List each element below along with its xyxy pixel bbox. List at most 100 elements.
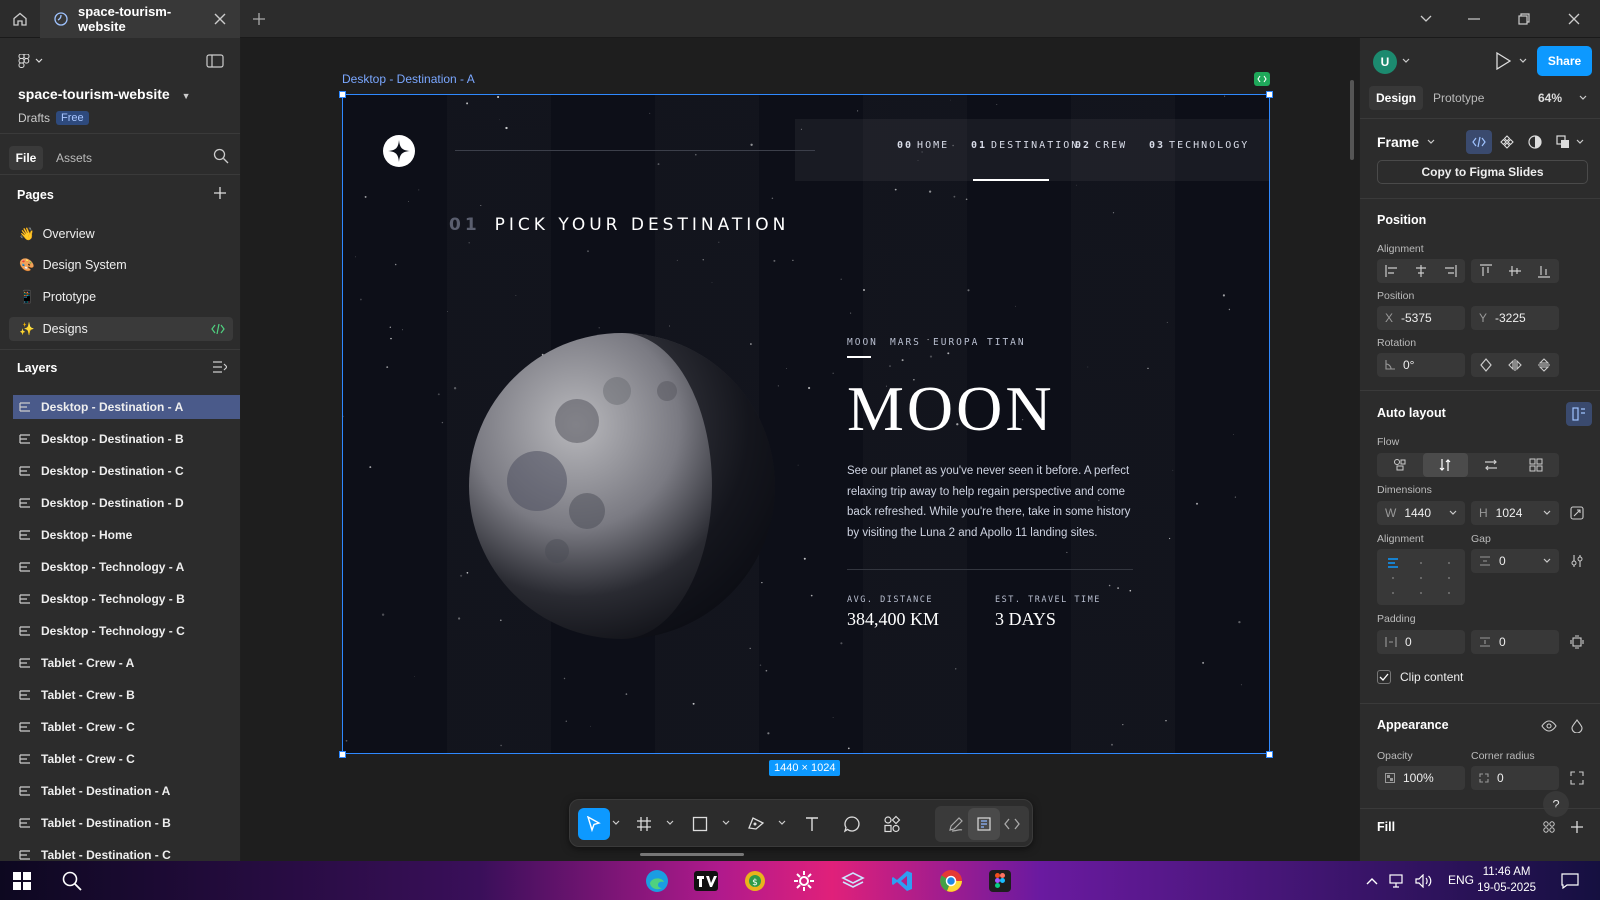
add-fill-icon[interactable] [1564,815,1590,839]
flip-horizontal-icon[interactable] [1500,353,1529,377]
layer-item[interactable]: Tablet - Destination - C [13,843,240,861]
dest-tab-europa[interactable]: EUROPA [933,337,979,348]
chevron-down-icon[interactable] [778,820,786,826]
edge-browser-icon[interactable] [640,864,674,898]
individual-corners-icon[interactable] [1564,766,1590,790]
align-left-icon[interactable] [1377,259,1406,283]
layer-item[interactable]: Desktop - Destination - B [13,427,240,451]
padding-vertical-field[interactable]: 0 [1471,630,1559,654]
chevron-down-icon[interactable] [612,820,620,826]
frame-name-label[interactable]: Desktop - Destination - A [342,72,475,86]
windows-start-icon[interactable] [5,864,39,898]
chevron-down-icon[interactable] [1543,510,1551,516]
pen-tool[interactable] [740,808,772,840]
comment-tool[interactable] [836,808,868,840]
mask-icon[interactable] [1522,130,1548,154]
layer-item[interactable]: Tablet - Crew - C [13,715,240,739]
chevron-down-icon[interactable] [1402,0,1450,38]
layer-item[interactable]: Desktop - Technology - C [13,619,240,643]
rectangle-tool[interactable] [684,808,716,840]
collapse-layers-icon[interactable] [213,361,227,373]
nav-technology[interactable]: 03 TECHNOLOGY [1149,140,1249,151]
figma-menu-icon[interactable] [18,54,44,68]
layer-item[interactable]: Tablet - Destination - A [13,779,240,803]
page-item-prototype[interactable]: 📱 Prototype [9,285,233,309]
language-indicator[interactable]: ENG [1448,873,1474,887]
layer-item[interactable]: Desktop - Destination - D [13,491,240,515]
horizontal-flow-icon[interactable] [1468,453,1514,477]
horizontal-scrollbar[interactable] [640,853,744,856]
advanced-layout-settings-icon[interactable] [1564,549,1590,573]
layer-item[interactable]: Desktop - Technology - B [13,587,240,611]
height-field[interactable]: H 1024 [1471,501,1559,525]
restore-button[interactable] [1500,0,1548,38]
network-icon[interactable] [1386,864,1410,898]
component-icon[interactable] [1494,130,1520,154]
add-page-icon[interactable] [214,187,226,199]
vertical-scrollbar[interactable] [1350,80,1354,160]
new-tab-button[interactable] [244,0,274,38]
dest-tab-moon[interactable]: MOON [847,337,878,348]
layers-app-icon[interactable] [836,864,870,898]
project-name[interactable]: space-tourism-website ▼ [18,86,191,102]
chrome-icon[interactable] [934,864,968,898]
align-top-icon[interactable] [1471,259,1500,283]
dev-mode-toggle-icon[interactable] [996,808,1028,840]
opacity-field[interactable]: 100% [1377,766,1465,790]
dev-mode-icon[interactable] [1254,72,1270,86]
frame-type-label[interactable]: Frame [1377,134,1419,150]
gap-field[interactable]: 0 [1471,549,1559,573]
sidebar-toggle-icon[interactable] [206,54,224,68]
layer-item[interactable]: Tablet - Crew - B [13,683,240,707]
settings-gear-icon[interactable] [787,864,821,898]
resize-handle-top-right[interactable] [1266,91,1273,98]
auto-layout-toggle-icon[interactable] [1566,402,1592,426]
frame-tool[interactable] [628,808,660,840]
page-item-designs[interactable]: ✨ Designs [9,317,233,341]
text-tool[interactable] [796,808,828,840]
page-item-overview[interactable]: 👋 Overview [9,222,233,246]
file-tab[interactable]: space-tourism-website [40,0,240,38]
share-button[interactable]: Share [1537,46,1592,76]
app-icon-green[interactable]: $ [738,864,772,898]
chevron-down-icon[interactable] [1449,510,1457,516]
tab-assets[interactable]: Assets [56,146,92,170]
search-icon[interactable] [55,864,89,898]
layer-item[interactable]: Desktop - Destination - C [13,459,240,483]
align-bottom-icon[interactable] [1530,259,1559,283]
layer-item[interactable]: Tablet - Crew - A [13,651,240,675]
search-icon[interactable] [213,148,229,164]
figma-app-icon[interactable] [983,864,1017,898]
clock[interactable]: 11:46 AM 19-05-2025 [1477,864,1536,896]
individual-padding-icon[interactable] [1564,630,1590,654]
page-item-design-system[interactable]: 🎨 Design System [9,253,233,277]
chevron-down-icon[interactable] [1427,139,1435,145]
layer-item[interactable]: Tablet - Destination - B [13,811,240,835]
close-icon[interactable] [214,13,226,25]
layer-item[interactable]: Desktop - Home [13,523,240,547]
home-icon[interactable] [0,0,40,38]
design-frame[interactable]: 00 HOME 01 DESTINATION 02 CREW 03 TECHNOLOGY… [342,94,1270,754]
nav-home[interactable]: 00 HOME [897,140,949,151]
freeform-flow-icon[interactable] [1377,453,1423,477]
align-right-icon[interactable] [1436,259,1465,283]
flip-vertical-icon[interactable] [1530,353,1559,377]
chevron-down-icon[interactable] [722,820,730,826]
notification-icon[interactable] [1553,864,1587,898]
blend-mode-icon[interactable] [1564,714,1590,738]
x-position-field[interactable]: X -5375 [1377,306,1465,330]
chevron-up-icon[interactable] [1362,864,1382,898]
resize-handle-bottom-right[interactable] [1266,751,1273,758]
resize-handle-top-left[interactable] [339,91,346,98]
rotate-icon[interactable] [1471,353,1500,377]
dest-tab-titan[interactable]: TITAN [987,337,1026,348]
help-icon[interactable]: ? [1543,791,1569,817]
tab-design[interactable]: Design [1369,86,1424,110]
chevron-down-icon[interactable] [1543,558,1551,564]
alignment-grid[interactable] [1377,549,1465,605]
y-position-field[interactable]: Y -3225 [1471,306,1559,330]
components-tool[interactable] [876,808,908,840]
nav-crew[interactable]: 02 CREW [1075,140,1127,151]
layer-item[interactable]: Tablet - Crew - C [13,747,240,771]
vertical-flow-icon[interactable] [1422,453,1468,477]
